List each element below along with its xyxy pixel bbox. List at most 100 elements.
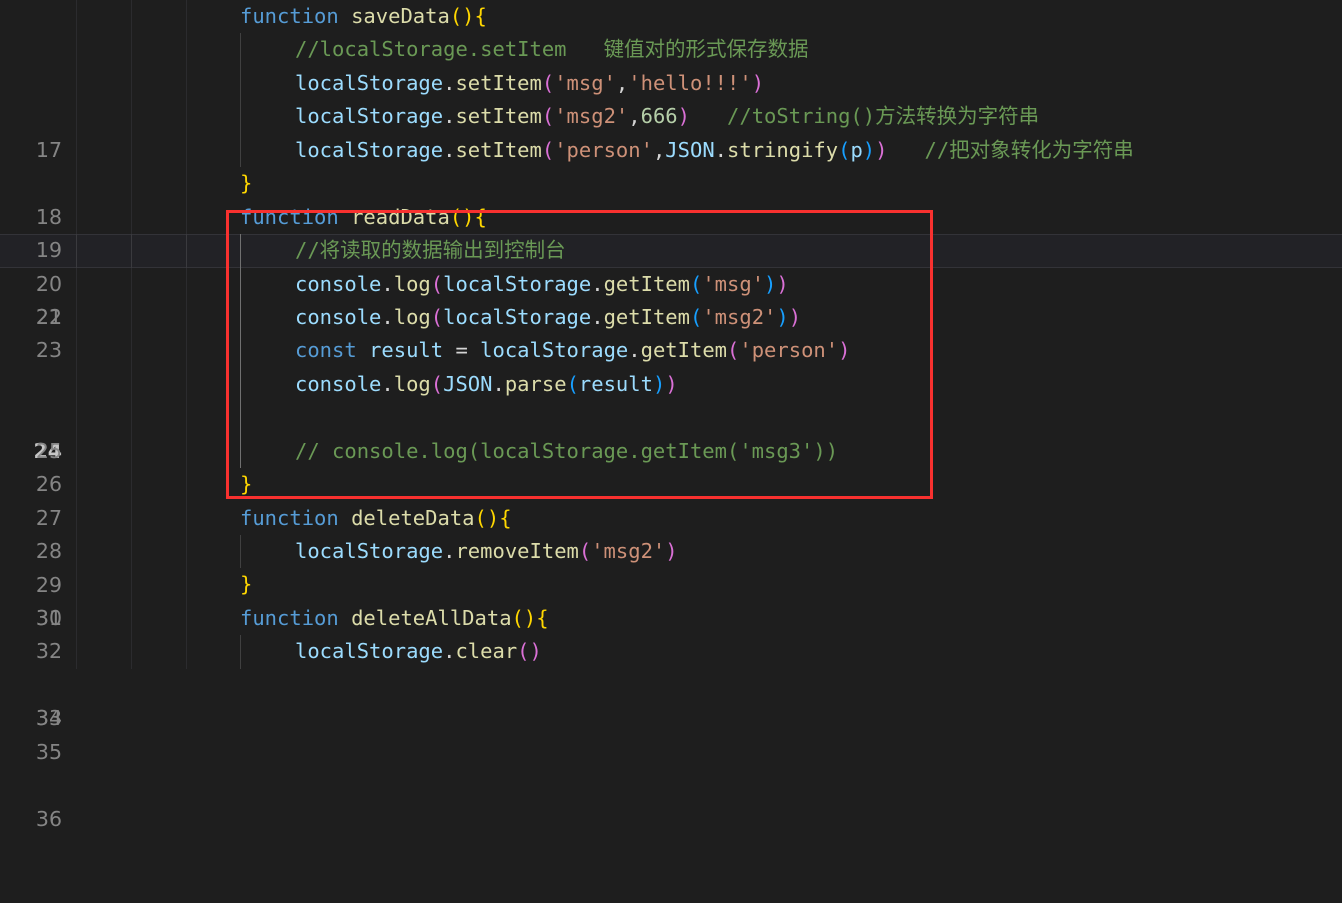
code-text: function readData(){ xyxy=(240,201,487,234)
token-object: localStorage xyxy=(295,639,444,664)
code-line[interactable]: 34 } xyxy=(0,568,1342,730)
token-variable: result xyxy=(578,371,653,396)
token-string: 'msg' xyxy=(554,70,616,95)
indent-guide-active xyxy=(240,334,241,368)
token-method: log xyxy=(393,371,431,396)
token-paren-open: ( xyxy=(541,104,555,129)
token-dot: . xyxy=(443,104,456,129)
token-brace: { xyxy=(499,505,512,530)
code-text: localStorage.setItem('msg2',666) //toStr… xyxy=(295,100,1039,133)
line-number: 25 xyxy=(35,438,62,463)
token-dot: . xyxy=(628,338,641,363)
code-line[interactable]: 29 xyxy=(0,401,1342,597)
gutter-divider xyxy=(76,568,77,602)
code-line[interactable]: 36 localStorage.clear() xyxy=(0,635,1342,831)
gutter-divider xyxy=(76,0,77,34)
gutter-divider xyxy=(76,300,77,335)
token-string: 'msg' xyxy=(702,271,765,296)
line-number: 36 xyxy=(35,806,62,831)
code-line[interactable]: 35 function deleteAllData(){ xyxy=(0,601,1342,764)
code-line-active[interactable]: 24 //将读取的数据输出到控制台 xyxy=(0,234,1342,463)
token-paren-open: ( xyxy=(517,639,530,664)
gutter-divider xyxy=(186,434,187,469)
code-text: function deleteAllData(){ xyxy=(240,602,549,635)
token-paren-close: ) xyxy=(862,137,876,162)
gutter-divider xyxy=(186,334,187,368)
code-line[interactable]: 20 localStorage.setItem('msg2',666) //to… xyxy=(0,100,1342,296)
token-dot: . xyxy=(381,304,394,329)
token-string: 'person' xyxy=(739,338,839,363)
gutter-divider xyxy=(186,100,187,134)
gutter-divider xyxy=(131,501,132,535)
code-line[interactable]: 23 function readData(){ xyxy=(0,200,1342,362)
token-function-name: deleteData xyxy=(351,505,475,530)
token-dot: . xyxy=(381,371,394,396)
token-object: localStorage xyxy=(295,137,444,162)
token-comment: //localStorage.setItem xyxy=(295,37,567,62)
token-comment: //把对象转化为字符串 xyxy=(924,137,1134,162)
token-method: setItem xyxy=(455,137,542,162)
line-number: 19 xyxy=(35,238,62,263)
token-method: log xyxy=(393,304,431,329)
code-line[interactable]: 33 localStorage.removeItem('msg2') xyxy=(0,535,1342,730)
code-line[interactable]: 27 const result = localStorage.getItem('… xyxy=(0,334,1342,530)
token-paren-close: ) xyxy=(788,304,802,329)
code-line[interactable]: 28 console.log(JSON.parse(result)) xyxy=(0,367,1342,563)
token-comment: //将读取的数据输出到控制台 xyxy=(295,238,566,263)
token-brace: } xyxy=(240,472,253,497)
code-text: localStorage.setItem('msg','hello!!!') xyxy=(295,67,764,100)
code-line[interactable]: 17 function saveData(){ xyxy=(0,0,1342,162)
code-text: const result = localStorage.getItem('per… xyxy=(295,334,850,367)
gutter-divider xyxy=(131,0,132,34)
code-line[interactable]: 18 //localStorage.setItem 键值对的形式保存数据 xyxy=(0,33,1342,229)
token-paren-close: ) xyxy=(764,271,777,296)
code-line[interactable]: 19 localStorage.setItem('msg','hello!!!'… xyxy=(0,66,1342,262)
code-line[interactable]: 32 function deleteData(){ xyxy=(0,501,1342,663)
token-object: localStorage xyxy=(295,104,444,129)
gutter-divider xyxy=(186,133,187,168)
line-number: 32 xyxy=(35,639,62,664)
code-text: console.log(JSON.parse(result)) xyxy=(295,368,678,401)
token-function-name: deleteAllData xyxy=(351,605,512,630)
code-line[interactable]: 25 console.log(localStorage.getItem('msg… xyxy=(0,267,1342,463)
gutter-divider xyxy=(131,568,132,602)
token-method: getItem xyxy=(640,338,728,363)
token-comment-cn: 键值对的形式保存数据 xyxy=(603,37,809,62)
gutter-divider xyxy=(131,334,132,368)
gutter-divider xyxy=(131,401,132,435)
token-object: localStorage xyxy=(295,70,444,95)
token-object: localStorage xyxy=(295,539,444,563)
token-paren-close: ) xyxy=(776,304,789,329)
code-line[interactable]: 31 } xyxy=(0,468,1342,630)
gutter-divider xyxy=(131,167,132,201)
gutter-divider xyxy=(186,167,187,201)
code-text: } xyxy=(240,167,252,200)
token-method: setItem xyxy=(455,104,542,129)
token-function-name: readData xyxy=(351,204,450,229)
line-number: 31 xyxy=(35,605,62,630)
token-string: 'person' xyxy=(554,137,653,162)
token-paren-open: ( xyxy=(727,338,740,363)
code-line[interactable]: 26 console.log(localStorage.getItem('msg… xyxy=(0,300,1342,496)
code-line[interactable]: 30 // console.log(localStorage.getItem('… xyxy=(0,434,1342,630)
gutter-divider xyxy=(131,601,132,636)
token-object: console xyxy=(295,371,382,396)
token-paren-open: ( xyxy=(430,304,444,329)
code-line[interactable]: 21 localStorage.setItem('person',JSON.st… xyxy=(0,133,1342,329)
gutter-divider xyxy=(76,66,77,101)
code-text: // console.log(localStorage.getItem('msg… xyxy=(295,435,838,468)
gutter-divider xyxy=(76,200,77,235)
gutter-divider xyxy=(131,468,132,502)
token-paren-close: ) xyxy=(875,137,888,162)
code-line[interactable]: 22 } xyxy=(0,167,1342,329)
indent-guide xyxy=(240,33,241,67)
token-brace: { xyxy=(474,204,487,229)
token-method: parse xyxy=(504,371,567,396)
token-method: setItem xyxy=(455,70,542,95)
code-editor-viewport[interactable]: 17 function saveData(){ 18 //localStorag… xyxy=(0,0,1342,831)
gutter-divider xyxy=(76,501,77,535)
token-object: console xyxy=(295,271,382,296)
